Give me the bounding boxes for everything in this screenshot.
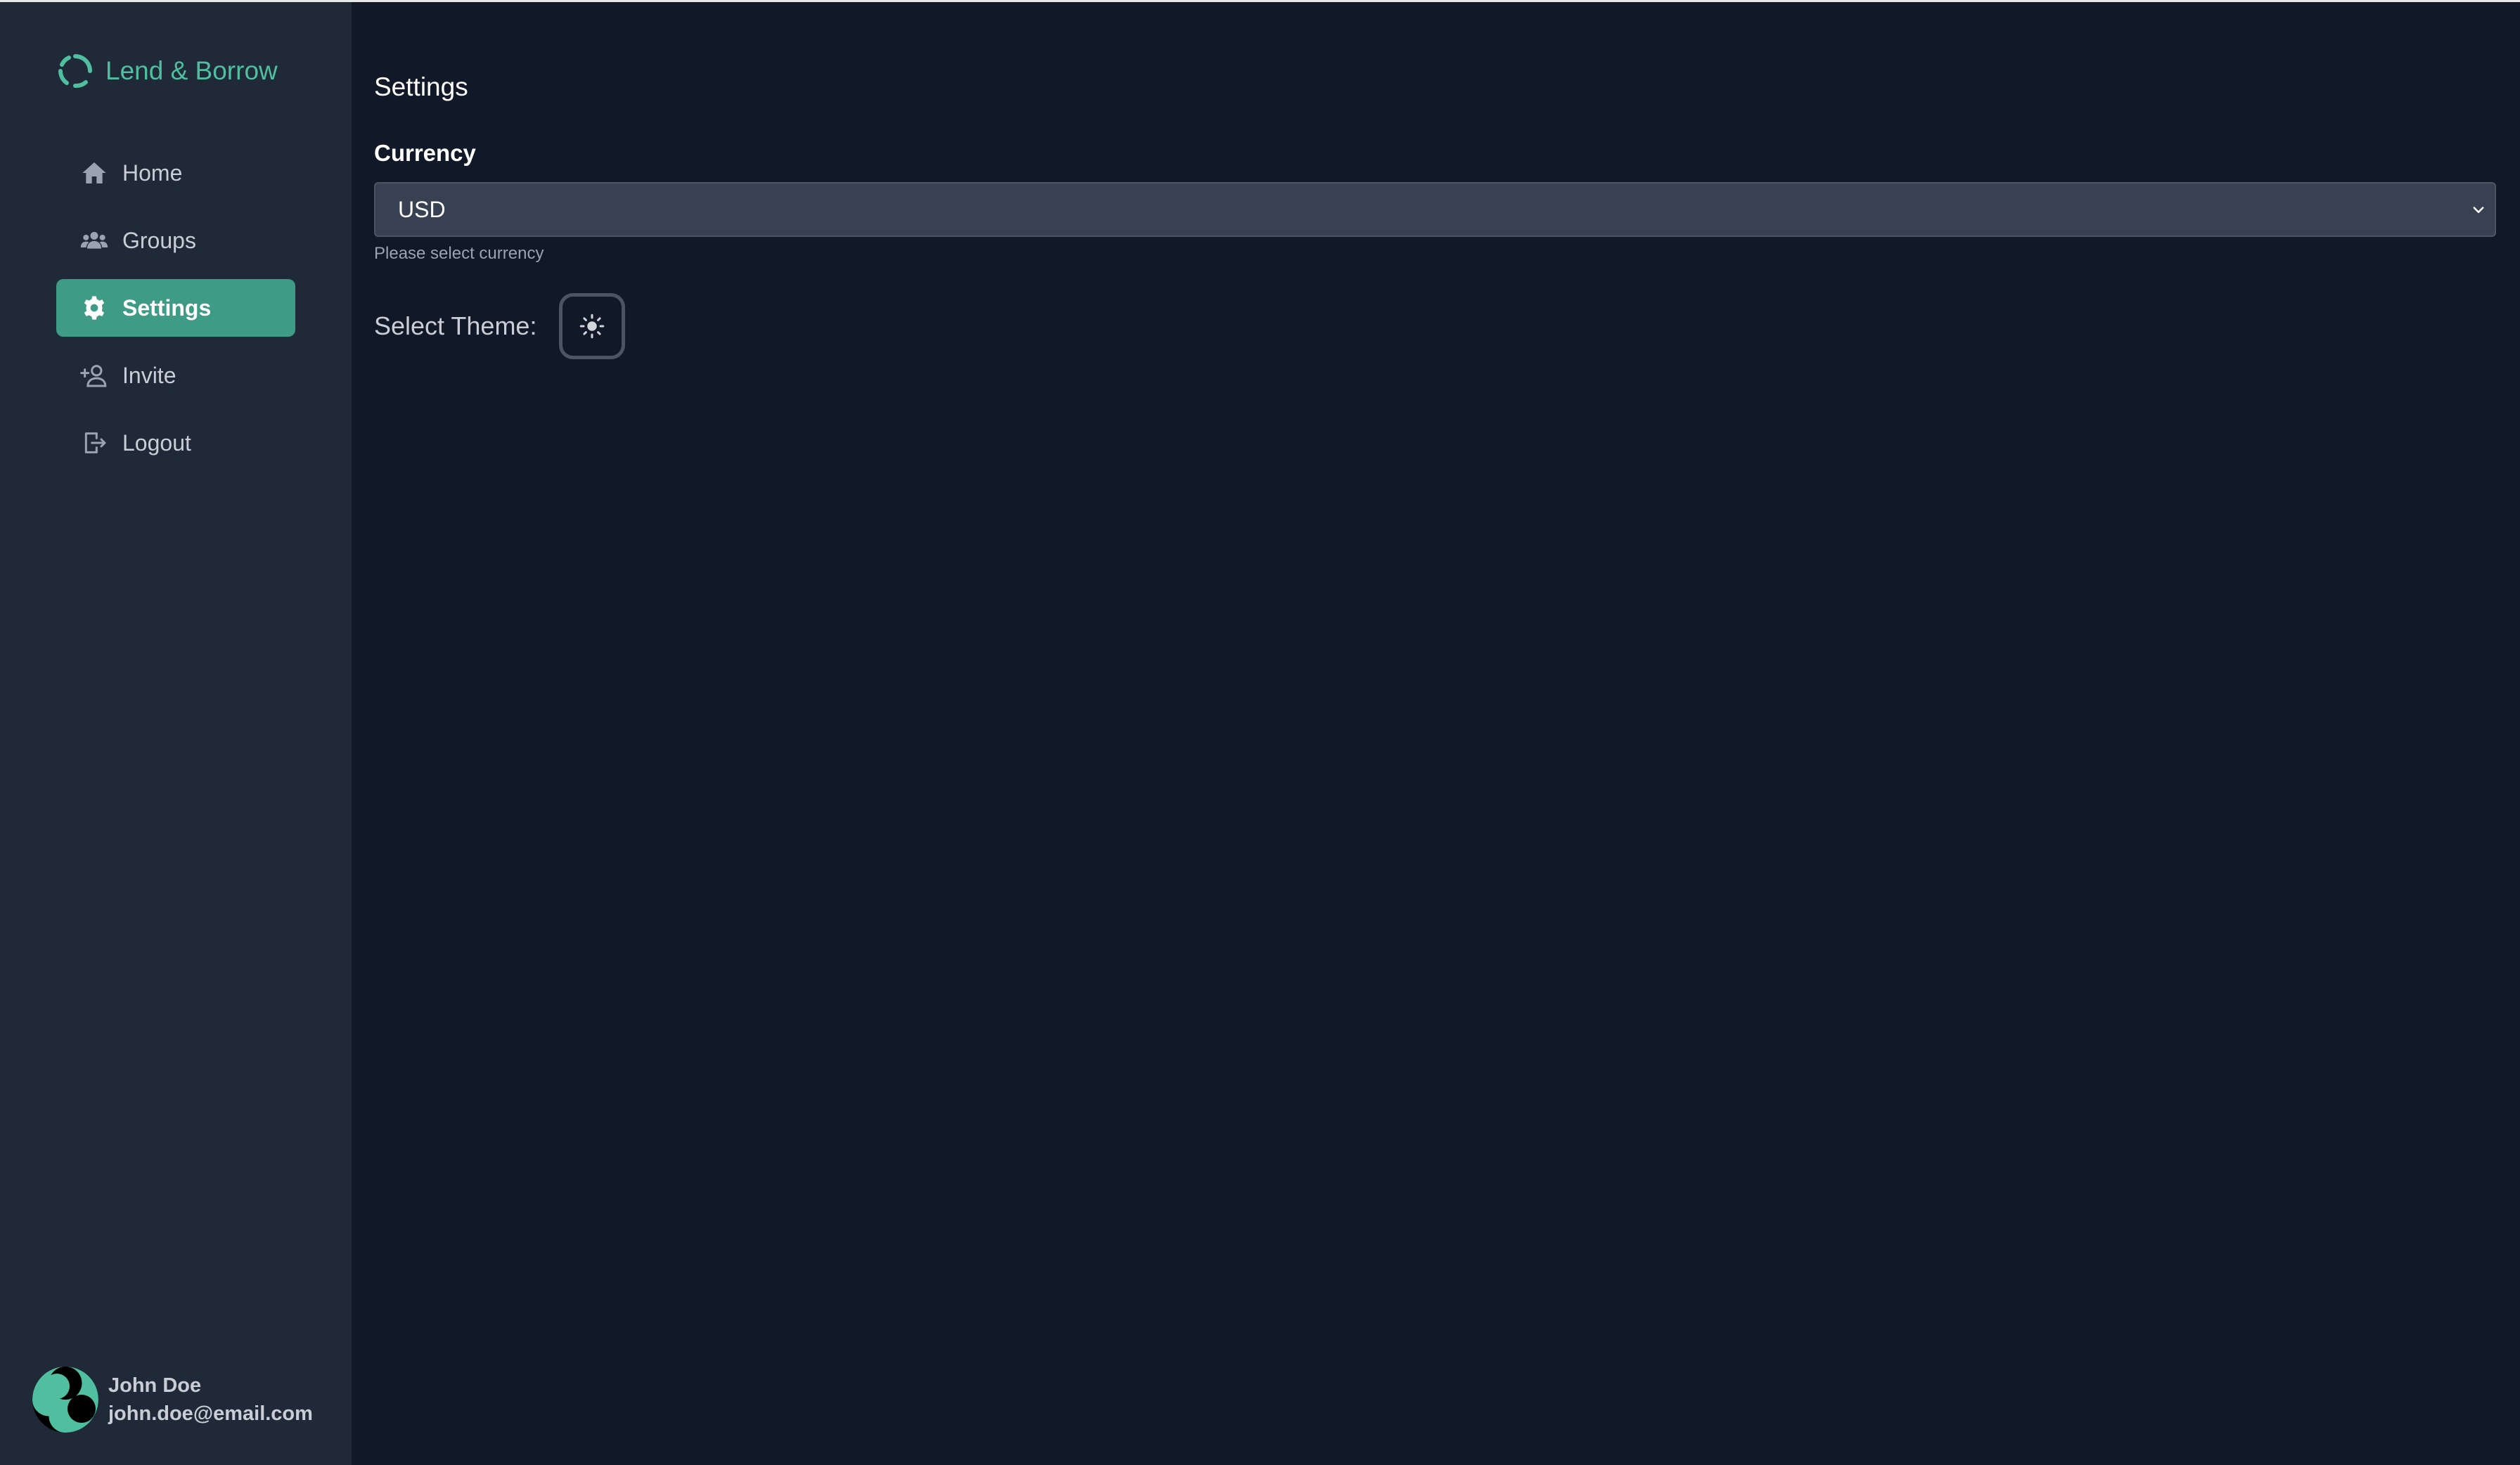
brand-logo[interactable]: Lend & Borrow [55, 49, 278, 93]
theme-toggle-button[interactable] [559, 293, 626, 359]
users-icon [79, 225, 110, 256]
currency-select[interactable]: USD [374, 182, 2496, 237]
page-title: Settings [374, 72, 468, 101]
currency-hint: Please select currency [374, 244, 544, 263]
logo-icon [58, 54, 92, 89]
logout-icon [79, 427, 110, 458]
avatar [32, 1367, 98, 1433]
currency-label: Currency [374, 140, 476, 166]
sidebar-item-logout[interactable]: Logout [56, 414, 295, 472]
sidebar-item-home[interactable]: Home [56, 144, 295, 202]
sidebar-item-settings[interactable]: Settings [56, 279, 295, 337]
currency-select-value: USD [398, 196, 446, 222]
sun-icon [580, 314, 605, 339]
sidebar-item-label: Groups [122, 227, 196, 253]
user-name: John Doe [108, 1374, 202, 1397]
sidebar-item-invite[interactable]: Invite [56, 347, 295, 404]
sidebar-item-groups[interactable]: Groups [56, 212, 295, 269]
brand-name: Lend & Borrow [105, 56, 278, 85]
user-email: john.doe@email.com [108, 1402, 313, 1425]
home-icon [79, 157, 110, 188]
gear-icon [79, 292, 110, 323]
sidebar-item-label: Settings [122, 295, 212, 321]
theme-row: Select Theme: [374, 293, 626, 359]
chevron-down-icon [2473, 207, 2484, 213]
sidebar-item-label: Invite [122, 362, 176, 388]
sidebar-nav: Home Groups Settings Invite Logout [56, 144, 295, 482]
theme-label: Select Theme: [374, 311, 537, 340]
sidebar-item-label: Logout [122, 430, 191, 456]
user-profile[interactable]: John Doe john.doe@email.com [32, 1367, 313, 1433]
user-plus-icon [79, 360, 110, 391]
sidebar-item-label: Home [122, 160, 183, 186]
sidebar: Lend & Borrow Home Groups Settings Invit… [0, 2, 352, 1465]
window-top-border [0, 0, 2520, 2]
